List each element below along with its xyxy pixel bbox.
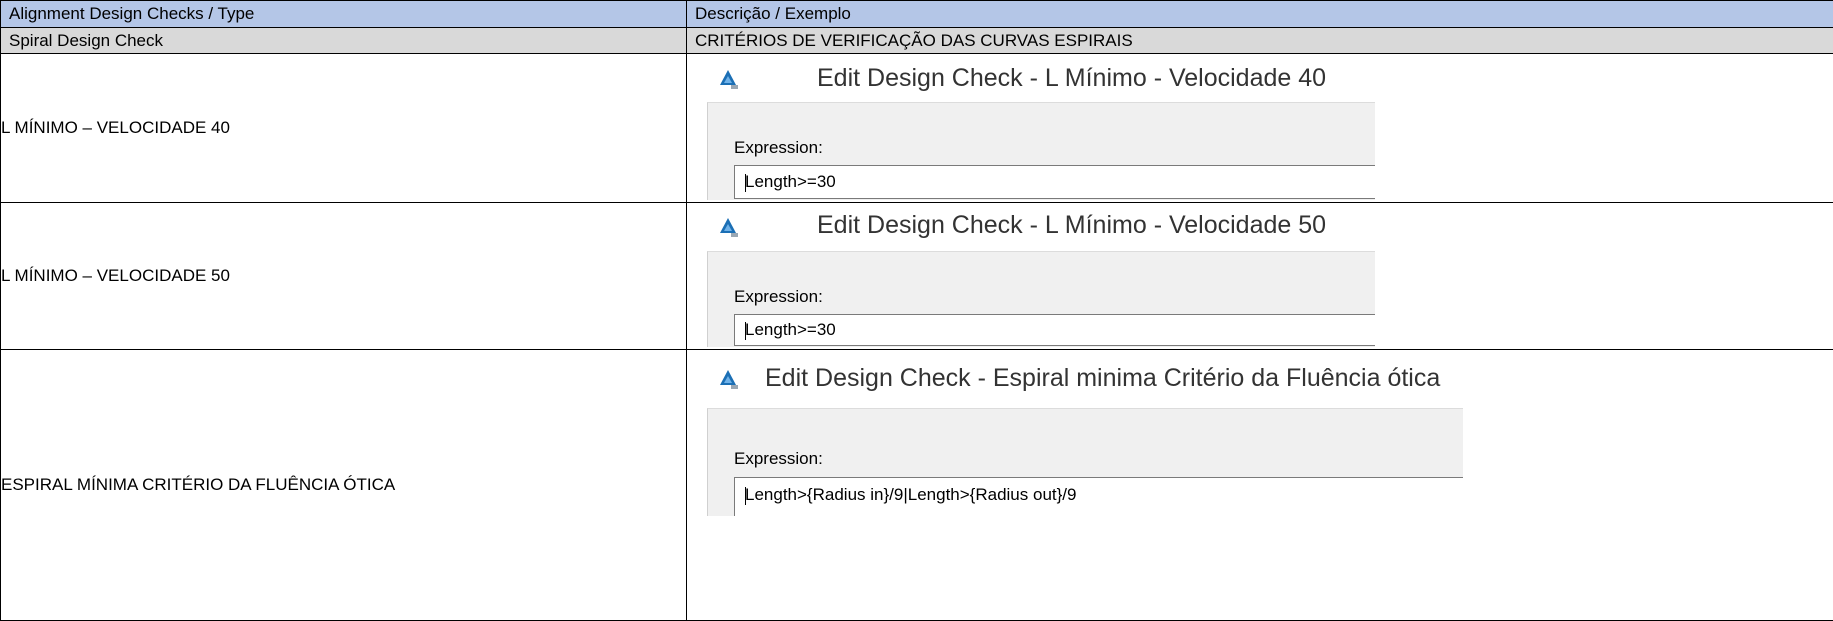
expression-value: Length>=30 — [745, 172, 836, 191]
design-checks-table: Alignment Design Checks / Type Descrição… — [0, 0, 1833, 621]
expression-label: Expression: — [734, 138, 823, 158]
section-cell-type: Spiral Design Check — [1, 28, 687, 54]
header-cell-type: Alignment Design Checks / Type — [1, 1, 687, 28]
table-row: L MÍNIMO – VELOCIDADE 40 Edit Design Che… — [1, 54, 1833, 203]
dialog-titlebar: Edit Design Check - L Mínimo - Velocidad… — [707, 56, 1375, 102]
section-cell-description: CRITÉRIOS DE VERIFICAÇÃO DAS CURVAS ESPI… — [687, 28, 1833, 54]
dialog-body: Expression: Length>=30 — [707, 102, 1375, 200]
dialog-screenshot-cell: Edit Design Check - Espiral minima Crité… — [687, 350, 1833, 621]
expression-value: Length>=30 — [745, 320, 836, 339]
edit-design-check-dialog: Edit Design Check - Espiral minima Crité… — [707, 352, 1463, 516]
dialog-titlebar: Edit Design Check - L Mínimo - Velocidad… — [707, 205, 1375, 251]
section-row: Spiral Design Check CRITÉRIOS DE VERIFIC… — [1, 28, 1833, 54]
autodesk-civil3d-icon — [717, 216, 739, 238]
edit-design-check-dialog: Edit Design Check - L Mínimo - Velocidad… — [707, 205, 1375, 347]
dialog-body: Expression: Length>{Radius in}/9|Length>… — [707, 408, 1463, 516]
expression-field[interactable]: Length>=30 — [734, 314, 1375, 346]
expression-label: Expression: — [734, 287, 823, 307]
table-row: L MÍNIMO – VELOCIDADE 50 Edit Design Che… — [1, 203, 1833, 350]
table-row: ESPIRAL MÍNIMA CRITÉRIO DA FLUÊNCIA ÓTIC… — [1, 350, 1833, 621]
dialog-screenshot-cell: Edit Design Check - L Mínimo - Velocidad… — [687, 203, 1833, 350]
expression-label: Expression: — [734, 449, 823, 469]
dialog-title: Edit Design Check - L Mínimo - Velocidad… — [817, 211, 1326, 240]
header-cell-description: Descrição / Exemplo — [687, 1, 1833, 28]
expression-field[interactable]: Length>=30 — [734, 165, 1375, 199]
check-type-label: ESPIRAL MÍNIMA CRITÉRIO DA FLUÊNCIA ÓTIC… — [1, 350, 687, 621]
autodesk-civil3d-icon — [717, 68, 739, 90]
check-type-label: L MÍNIMO – VELOCIDADE 50 — [1, 203, 687, 350]
dialog-title: Edit Design Check - L Mínimo - Velocidad… — [817, 64, 1326, 93]
check-type-label: L MÍNIMO – VELOCIDADE 40 — [1, 54, 687, 203]
dialog-titlebar: Edit Design Check - Espiral minima Crité… — [707, 352, 1463, 408]
dialog-body: Expression: Length>=30 — [707, 251, 1375, 347]
autodesk-civil3d-icon — [717, 368, 739, 390]
table-header-row: Alignment Design Checks / Type Descrição… — [1, 1, 1833, 28]
expression-field[interactable]: Length>{Radius in}/9|Length>{Radius out}… — [734, 477, 1463, 516]
dialog-title: Edit Design Check - Espiral minima Crité… — [765, 364, 1440, 393]
dialog-screenshot-cell: Edit Design Check - L Mínimo - Velocidad… — [687, 54, 1833, 203]
edit-design-check-dialog: Edit Design Check - L Mínimo - Velocidad… — [707, 56, 1375, 200]
expression-value: Length>{Radius in}/9|Length>{Radius out}… — [745, 485, 1076, 504]
